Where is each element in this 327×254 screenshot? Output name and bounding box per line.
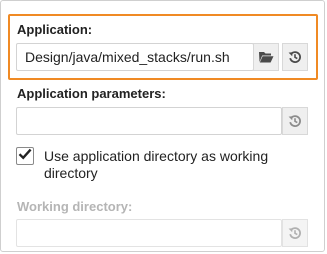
- working-directory-input: [16, 219, 282, 247]
- folder-open-icon: [258, 50, 274, 64]
- application-label: Application:: [17, 22, 93, 37]
- history-reset-icon: [288, 226, 302, 240]
- reset-working-directory-button: [282, 219, 308, 247]
- use-application-directory-label[interactable]: Use application directory as working dir…: [44, 148, 294, 182]
- reset-parameters-button[interactable]: [282, 107, 308, 135]
- working-directory-label: Working directory:: [17, 199, 133, 214]
- browse-application-button[interactable]: [253, 43, 279, 71]
- checkmark-icon: [18, 147, 32, 165]
- history-reset-icon: [288, 50, 302, 64]
- application-parameters-label: Application parameters:: [17, 86, 166, 101]
- application-parameters-input[interactable]: [16, 107, 282, 135]
- application-path-input[interactable]: Design/java/mixed_stacks/run.sh: [16, 43, 254, 71]
- use-application-directory-checkbox[interactable]: [16, 147, 34, 165]
- reset-application-button[interactable]: [282, 43, 308, 71]
- history-reset-icon: [288, 114, 302, 128]
- application-settings-panel: Application: Design/java/mixed_stacks/ru…: [0, 0, 325, 252]
